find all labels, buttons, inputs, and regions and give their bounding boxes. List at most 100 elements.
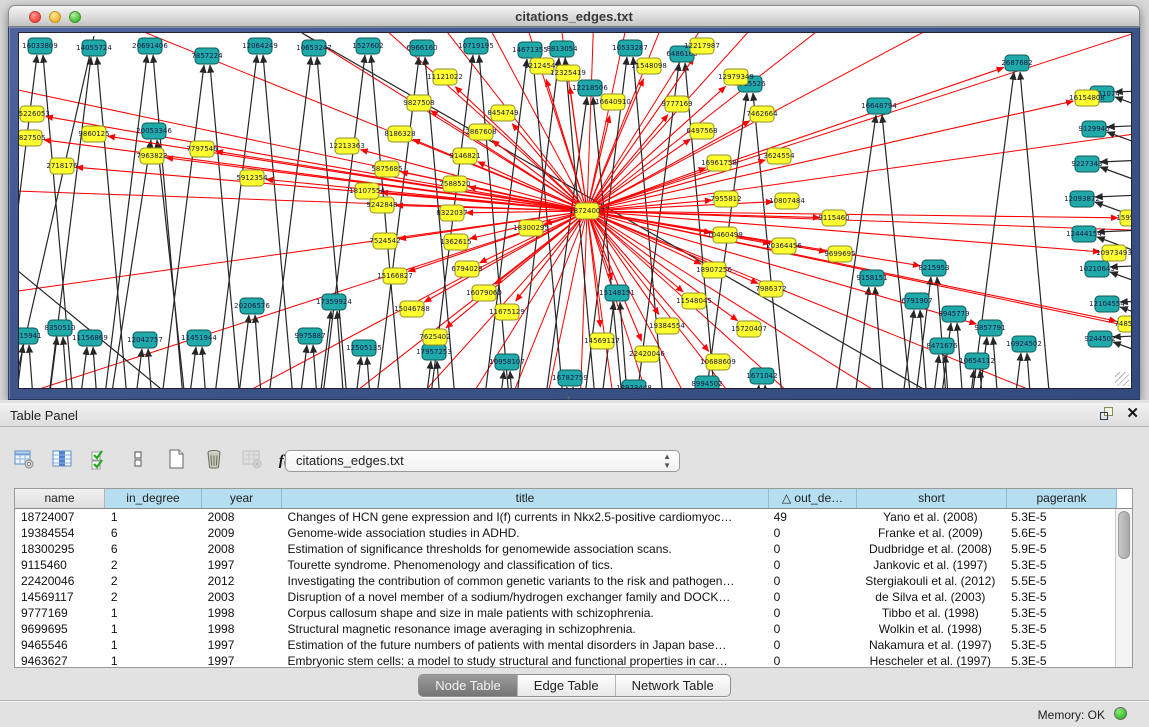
network-node[interactable]: 14055724 (76, 40, 112, 56)
cell-in_degree[interactable]: 2 (105, 557, 202, 573)
cell-year[interactable]: 1997 (202, 653, 282, 667)
column-header-title[interactable]: title (282, 489, 769, 508)
table-row[interactable]: 1830029562008Estimation of significance … (15, 541, 1115, 557)
table-row[interactable]: 1872400712008Changes of HCN gene express… (15, 509, 1115, 525)
cell-title[interactable]: Corpus callosum shape and size in male p… (282, 605, 768, 621)
cell-title[interactable]: Genome-wide association studies in ADHD. (282, 525, 768, 541)
table-row[interactable]: 946362711997Embryonic stem cells: a mode… (15, 653, 1115, 667)
cell-title[interactable]: Tourette syndrome. Phenomenology and cla… (282, 557, 768, 573)
show-columns-button[interactable] (48, 447, 76, 475)
network-node[interactable]: 7963822 (136, 148, 167, 164)
cell-out_de[interactable]: 0 (768, 557, 856, 573)
canvas-resize-grip[interactable] (1115, 372, 1129, 386)
network-node[interactable]: 8471676 (926, 338, 958, 354)
cell-title[interactable]: Disruption of a novel member of a sodium… (282, 589, 768, 605)
cell-name[interactable]: 9777169 (15, 605, 105, 621)
network-node[interactable]: 10924502 (1006, 336, 1042, 352)
table-row[interactable]: 911546021997Tourette syndrome. Phenomeno… (15, 557, 1115, 573)
cell-pagerank[interactable]: 5.5E-5 (1005, 573, 1115, 589)
tab-node-table[interactable]: Node Table (419, 675, 518, 696)
network-node[interactable]: 6791907 (901, 293, 932, 309)
network-node[interactable]: 9115460 (818, 210, 849, 226)
network-node[interactable]: 18907256 (696, 262, 732, 278)
network-node[interactable]: 10807484 (769, 193, 805, 209)
cell-title[interactable]: Changes of HCN gene expression and I(f) … (282, 509, 768, 525)
network-node[interactable]: 12213363 (329, 138, 365, 154)
cell-out_de[interactable]: 0 (768, 525, 856, 541)
network-node[interactable]: 1527602 (352, 38, 383, 54)
cell-in_degree[interactable]: 6 (105, 525, 202, 541)
network-node[interactable]: 2867608 (465, 124, 496, 140)
cell-title[interactable]: Estimation of the future numbers of pati… (282, 637, 768, 653)
cell-short[interactable]: Wolkin et al. (1998) (855, 621, 1005, 637)
network-node[interactable]: 14671355 (512, 42, 548, 58)
tab-network-table[interactable]: Network Table (616, 675, 730, 696)
network-node[interactable]: 9860125 (78, 126, 109, 142)
network-node[interactable]: 7588520 (439, 176, 470, 192)
cell-short[interactable]: Franke et al. (2009) (855, 525, 1005, 541)
network-node[interactable]: 12923448 (616, 380, 652, 389)
table-settings-button[interactable] (10, 447, 38, 475)
cell-in_degree[interactable]: 1 (105, 605, 202, 621)
cell-pagerank[interactable]: 5.3E-5 (1005, 589, 1115, 605)
network-node[interactable]: 8994502 (691, 376, 722, 389)
cell-short[interactable]: Tibbo et al. (1998) (855, 605, 1005, 621)
cell-name[interactable]: 18300295 (15, 541, 105, 557)
cell-pagerank[interactable]: 5.3E-5 (1005, 621, 1115, 637)
network-node[interactable]: 15148151 (599, 285, 635, 301)
network-node[interactable]: 8186328 (384, 126, 415, 142)
network-node[interactable]: 11548098 (631, 58, 667, 74)
network-node[interactable]: 6966160 (406, 40, 437, 56)
network-node[interactable]: 12064249 (242, 38, 278, 54)
cell-pagerank[interactable]: 5.9E-5 (1005, 541, 1115, 557)
network-node[interactable]: 11156869 (72, 330, 108, 346)
cell-out_de[interactable]: 0 (768, 605, 856, 621)
cell-out_de[interactable]: 0 (768, 589, 856, 605)
network-node[interactable]: 2718176 (46, 158, 78, 174)
network-node[interactable]: 9227343 (1071, 156, 1102, 172)
table-selector-dropdown[interactable]: citations_edges.txt ▲▼ (285, 450, 680, 472)
cell-in_degree[interactable]: 1 (105, 637, 202, 653)
network-node[interactable]: 10533287 (612, 40, 648, 56)
tab-edge-table[interactable]: Edge Table (518, 675, 616, 696)
cell-pagerank[interactable]: 5.3E-5 (1005, 637, 1115, 653)
network-node[interactable]: 9827505 (19, 130, 46, 146)
table-row[interactable]: 977716911998Corpus callosum shape and si… (15, 605, 1115, 621)
network-node[interactable]: 7797546 (186, 141, 218, 157)
cell-year[interactable]: 2009 (202, 525, 282, 541)
table-row[interactable]: 969969511998Structural magnetic resonanc… (15, 621, 1115, 637)
table-row[interactable]: 1938455462009Genome-wide association stu… (15, 525, 1115, 541)
network-node[interactable]: 7485063 (1114, 316, 1132, 332)
network-node[interactable]: 16033809 (22, 38, 58, 54)
cell-name[interactable]: 9463627 (15, 653, 105, 667)
network-node[interactable]: 9827508 (403, 95, 434, 111)
network-node[interactable]: 9857791 (974, 320, 1005, 336)
network-node[interactable]: 16782759 (552, 370, 588, 386)
network-node[interactable]: 12218506 (572, 80, 608, 96)
cell-name[interactable]: 9115460 (15, 557, 105, 573)
network-node[interactable]: 9129946 (1078, 121, 1110, 137)
network-node[interactable]: 10688609 (700, 354, 736, 370)
vertical-scrollbar[interactable] (1115, 509, 1132, 667)
network-node[interactable]: 12505135 (346, 340, 382, 356)
cell-out_de[interactable]: 0 (768, 637, 856, 653)
cell-out_de[interactable]: 0 (768, 621, 856, 637)
network-node[interactable]: 5875685 (371, 161, 402, 177)
network-node[interactable]: 19384554 (649, 318, 685, 334)
cell-pagerank[interactable]: 5.3E-5 (1005, 509, 1115, 525)
table-row[interactable]: 946554611997Estimation of the future num… (15, 637, 1115, 653)
cell-name[interactable]: 9699695 (15, 621, 105, 637)
network-node[interactable]: 3915941 (19, 328, 42, 344)
network-node[interactable]: 10719195 (458, 38, 494, 54)
cell-year[interactable]: 1997 (202, 637, 282, 653)
column-header-name[interactable]: name (15, 489, 105, 508)
new-document-button[interactable] (162, 447, 190, 475)
network-node[interactable]: 16961758 (701, 155, 737, 171)
cell-out_de[interactable]: 49 (768, 509, 856, 525)
network-node[interactable]: 12042757 (127, 332, 163, 348)
network-node[interactable]: 1671042 (746, 368, 777, 384)
network-node[interactable]: 7524542 (369, 233, 400, 249)
network-node[interactable]: 10958107 (489, 354, 525, 370)
cell-title[interactable]: Estimation of significance thresholds fo… (282, 541, 768, 557)
network-node[interactable]: 1595312 (1116, 210, 1132, 226)
